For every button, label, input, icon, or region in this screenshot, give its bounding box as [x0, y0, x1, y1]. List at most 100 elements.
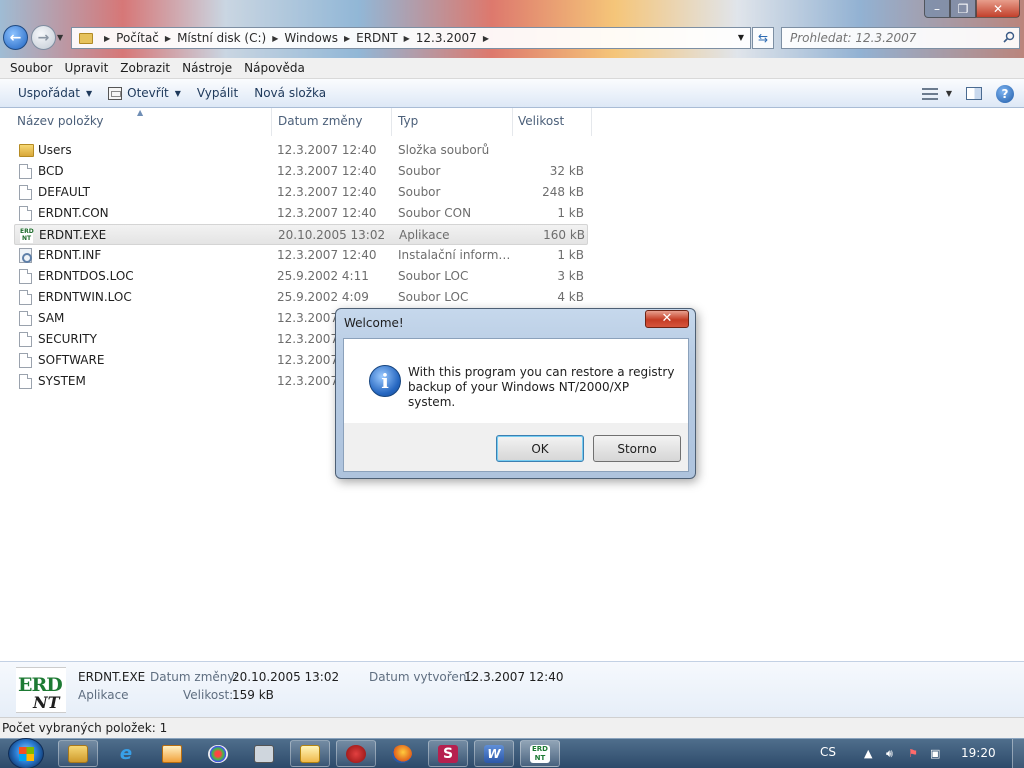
details-kind: Aplikace — [78, 688, 129, 702]
burn-label: Vypálit — [196, 86, 239, 100]
language-indicator[interactable]: CS — [820, 745, 836, 759]
file-name: Users — [38, 143, 72, 157]
help-icon[interactable]: ? — [996, 84, 1014, 103]
caret-down-icon: ▼ — [85, 88, 93, 98]
maximize-button[interactable]: ❐ — [950, 0, 976, 18]
file-size — [514, 140, 584, 161]
organize-button[interactable]: Uspořádat ▼ — [10, 79, 100, 108]
column-header-size[interactable]: Velikost — [513, 108, 592, 136]
clock[interactable]: 19:20 — [961, 746, 996, 760]
details-size-label: Velikost: — [183, 688, 234, 702]
menu-edit[interactable]: Upravit — [58, 61, 114, 75]
chevron-right-icon[interactable]: ▶ — [104, 34, 110, 43]
taskbar-tool[interactable] — [244, 740, 284, 767]
breadcrumb-date-folder[interactable]: 12.3.2007 — [416, 31, 477, 45]
folder-icon — [19, 144, 34, 157]
paint-icon — [208, 744, 228, 763]
file-row[interactable]: ERDNTWIN.LOC 25.9.2002 4:09 Soubor LOC 4 kB — [14, 287, 588, 308]
file-date: 25.9.2002 4:09 — [277, 290, 369, 304]
taskbar-erdnt[interactable]: ERD NT — [520, 740, 560, 767]
firefox-icon — [392, 744, 412, 763]
chevron-right-icon[interactable]: ▶ — [404, 34, 410, 43]
file-type: Aplikace — [399, 228, 450, 242]
status-bar: Počet vybraných položek: 1 — [0, 717, 1024, 738]
view-controls: ▼ ? — [921, 79, 1014, 108]
taskbar-explorer[interactable] — [58, 740, 98, 767]
file-row[interactable]: Users 12.3.2007 12:40 Složka souborů — [14, 140, 588, 161]
forward-button[interactable]: → — [31, 25, 56, 50]
media-player-icon — [162, 744, 182, 763]
mail-icon — [300, 744, 320, 763]
start-button[interactable] — [8, 738, 44, 768]
new-folder-button[interactable]: Nová složka — [246, 79, 334, 108]
file-icon — [19, 311, 32, 326]
file-date: 12.3.2007 12:40 — [277, 206, 377, 220]
breadcrumb-local-disk[interactable]: Místní disk (C:) — [177, 31, 266, 45]
volume-icon[interactable]: 🔊︎ — [886, 747, 893, 761]
menu-tools[interactable]: Nástroje — [176, 61, 238, 75]
dialog-close-button[interactable]: ✕ — [645, 310, 689, 328]
change-view-button[interactable]: ▼ — [921, 87, 952, 100]
address-bar[interactable]: ▶ Počítač ▶ Místní disk (C:) ▶ Windows ▶… — [71, 27, 751, 49]
file-row[interactable]: BCD 12.3.2007 12:40 Soubor 32 kB — [14, 161, 588, 182]
chevron-right-icon[interactable]: ▶ — [272, 34, 278, 43]
recent-pages-dropdown[interactable]: ▼ — [57, 33, 63, 42]
breadcrumb-windows[interactable]: Windows — [284, 31, 338, 45]
burn-button[interactable]: Vypálit — [189, 79, 246, 108]
file-name: ERDNTDOS.LOC — [38, 269, 134, 283]
search-input[interactable] — [782, 28, 982, 48]
open-icon — [108, 86, 123, 100]
window-controls: – ❐ ✕ — [924, 0, 1020, 18]
file-name: ERDNT.INF — [38, 248, 102, 262]
chevron-right-icon[interactable]: ▶ — [483, 34, 489, 43]
refresh-button[interactable]: ⇆ — [752, 27, 774, 49]
breadcrumb-erdnt[interactable]: ERDNT — [356, 31, 397, 45]
file-name: DEFAULT — [38, 185, 90, 199]
menu-view[interactable]: Zobrazit — [114, 61, 176, 75]
dialog-message-line-2: backup of your Windows NT/2000/XP system… — [408, 380, 630, 409]
file-row[interactable]: DEFAULT 12.3.2007 12:40 Soubor 248 kB — [14, 182, 588, 203]
menu-help[interactable]: Nápověda — [238, 61, 311, 75]
taskbar-s-app[interactable]: S — [428, 740, 468, 767]
column-header-date[interactable]: Datum změny — [273, 108, 392, 136]
open-button[interactable]: Otevřít ▼ — [100, 79, 189, 108]
minimize-button[interactable]: – — [924, 0, 950, 18]
dialog-body: i With this program you can restore a re… — [343, 338, 689, 472]
file-row[interactable]: ERDNTDOS.LOC 25.9.2002 4:11 Soubor LOC 3 kB — [14, 266, 588, 287]
file-row[interactable]: ERDNT.CON 12.3.2007 12:40 Soubor CON 1 kB — [14, 203, 588, 224]
show-desktop-button[interactable] — [1012, 739, 1024, 768]
address-dropdown-icon[interactable]: ▼ — [738, 33, 744, 42]
chevron-right-icon[interactable]: ▶ — [165, 34, 171, 43]
file-type: Soubor CON — [398, 206, 472, 220]
dialog-message: With this program you can restore a regi… — [408, 365, 678, 410]
taskbar-firefox[interactable] — [382, 740, 422, 767]
breadcrumb-computer[interactable]: Počítač — [116, 31, 159, 45]
file-icon — [19, 269, 32, 284]
setup-info-icon — [19, 248, 32, 263]
taskbar-red-app[interactable] — [336, 740, 376, 767]
back-button[interactable]: ← — [3, 25, 28, 50]
file-name: BCD — [38, 164, 64, 178]
menu-file[interactable]: Soubor — [4, 61, 58, 75]
action-center-icon[interactable]: ⚑ — [908, 747, 918, 760]
search-box[interactable] — [781, 27, 1020, 49]
file-icon — [19, 206, 32, 221]
dialog-title: Welcome! — [344, 316, 404, 330]
taskbar-paint[interactable] — [198, 740, 238, 767]
show-hidden-icons-icon[interactable]: ▲ — [864, 747, 872, 760]
ok-button[interactable]: OK — [496, 435, 584, 462]
network-icon[interactable]: ▣ — [930, 747, 940, 760]
file-icon — [19, 290, 32, 305]
search-icon[interactable] — [1003, 31, 1015, 43]
taskbar-internet-explorer[interactable]: e — [106, 740, 146, 767]
taskbar-word[interactable]: W — [474, 740, 514, 767]
close-button[interactable]: ✕ — [976, 0, 1020, 18]
taskbar-outlook[interactable] — [290, 740, 330, 767]
column-header-type[interactable]: Typ — [393, 108, 513, 136]
taskbar-media-player[interactable] — [152, 740, 192, 767]
chevron-right-icon[interactable]: ▶ — [344, 34, 350, 43]
cancel-button[interactable]: Storno — [593, 435, 681, 462]
file-row[interactable]: ERDNT.INF 12.3.2007 12:40 Instalační infor… — [14, 245, 588, 266]
preview-pane-icon[interactable] — [966, 87, 982, 100]
file-row[interactable]: ERD NT ERDNT.EXE 20.10.2005 13:02 Aplikace 16… — [14, 224, 588, 245]
